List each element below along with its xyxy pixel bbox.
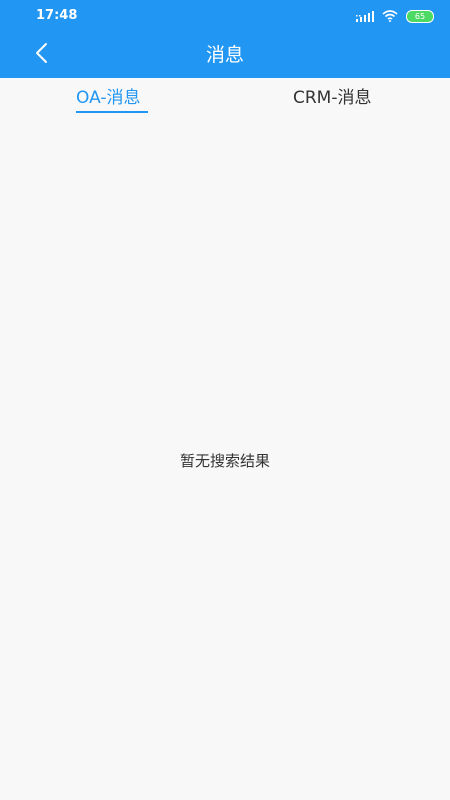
- empty-state-message: 暂无搜索结果: [179, 452, 270, 470]
- tab-crm-messages[interactable]: CRM-消息: [293, 86, 371, 110]
- battery-level: 65: [414, 11, 426, 21]
- page-title: 消息: [205, 44, 244, 66]
- tab-oa-messages[interactable]: OA-消息: [76, 86, 140, 110]
- wifi-icon: [382, 7, 398, 26]
- header-bar: 消息: [0, 32, 450, 78]
- status-icons: 65: [356, 9, 434, 23]
- tab-bar: OA-消息 CRM-消息: [0, 78, 450, 122]
- active-tab-indicator: [76, 111, 148, 113]
- battery-icon: 65: [406, 9, 434, 23]
- signal-icon: [356, 7, 374, 26]
- status-time: 17:48: [36, 8, 78, 23]
- status-bar: 17:48 65: [0, 0, 450, 32]
